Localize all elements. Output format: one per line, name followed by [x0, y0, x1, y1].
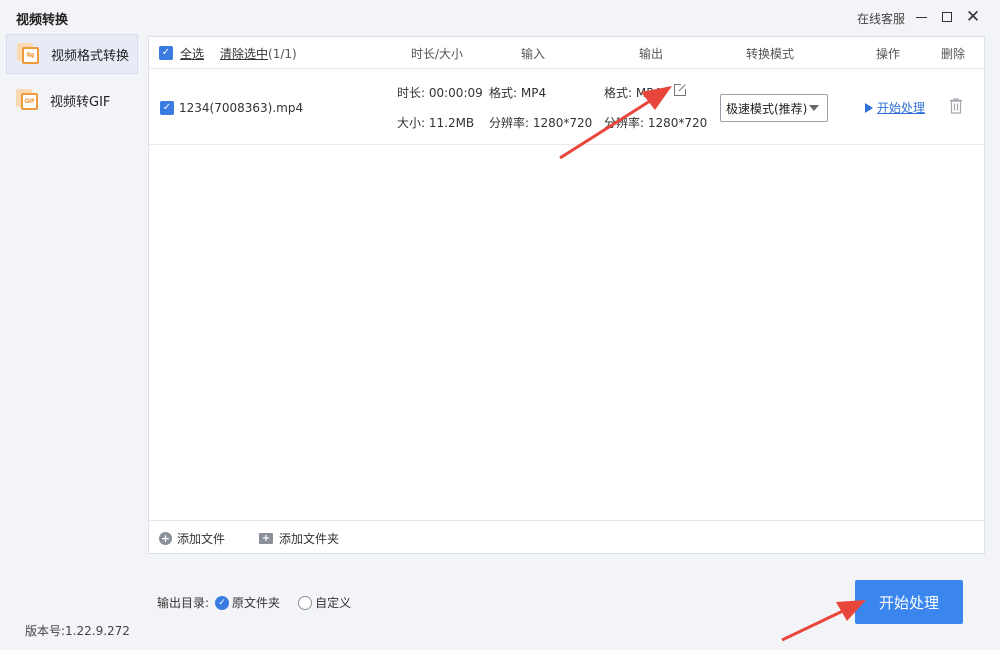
plus-circle-icon: + — [159, 532, 172, 545]
maximize-icon — [942, 12, 952, 22]
online-support-link[interactable]: 在线客服 — [857, 10, 905, 27]
row-checkbox[interactable]: ✓ — [160, 101, 174, 115]
file-name: 1234(7008363).mp4 — [179, 101, 304, 115]
column-header-operation: 操作 — [876, 47, 901, 61]
column-header-delete: 删除 — [941, 47, 966, 61]
add-folder-label: 添加文件夹 — [279, 532, 340, 546]
radio-custom-folder-label: 自定义 — [315, 596, 352, 610]
sidebar-item-label: 视频格式转换 — [51, 48, 130, 64]
sidebar-item-video-to-gif[interactable]: GIF 视频转GIF — [6, 80, 138, 120]
select-all-link[interactable]: 全选 — [180, 45, 204, 62]
output-directory-label: 输出目录: — [157, 596, 210, 610]
app-title: 视频转换 — [16, 13, 69, 28]
radio-unchecked-icon — [298, 595, 313, 610]
file-size: 大小: 11.2MB — [397, 116, 475, 130]
output-directory: 输出目录: ✓ 原文件夹 自定义 — [157, 594, 351, 611]
radio-original-folder[interactable]: ✓ 原文件夹 — [215, 594, 280, 611]
gif-icon: GIF — [16, 89, 40, 111]
play-icon — [865, 102, 873, 113]
sidebar-item-label: 视频转GIF — [50, 94, 111, 110]
file-list-panel: ✓ 全选 清除选中(1/1) 时长/大小 输入 输出 转换模式 操作 删除 ✓ … — [148, 36, 985, 554]
file-duration: 时长: 00:00:09 — [397, 86, 483, 100]
clear-selected-group: 清除选中(1/1) — [220, 45, 297, 62]
chevron-down-icon — [809, 105, 819, 111]
close-button[interactable]: ✕ — [964, 7, 982, 27]
column-header-output: 输出 — [639, 47, 664, 61]
radio-checked-icon: ✓ — [215, 595, 230, 610]
version-label: 版本号:1.22.9.272 — [25, 624, 130, 638]
mode-select-value: 极速模式(推荐) — [726, 101, 808, 116]
annotation-arrow-start — [781, 600, 866, 642]
radio-original-folder-label: 原文件夹 — [232, 596, 281, 610]
add-folder-button[interactable]: + 添加文件夹 — [259, 530, 339, 547]
column-header-mode: 转换模式 — [746, 47, 795, 61]
panel-footer: + 添加文件 + 添加文件夹 — [149, 520, 984, 553]
folder-plus-icon: + — [259, 533, 273, 544]
input-resolution: 分辨率: 1280*720 — [489, 116, 593, 130]
conversion-mode-select[interactable]: 极速模式(推荐) — [720, 94, 828, 122]
add-file-button[interactable]: + 添加文件 — [159, 530, 225, 547]
radio-custom-folder[interactable]: 自定义 — [298, 594, 351, 611]
row-start-label: 开始处理 — [877, 101, 926, 115]
maximize-button[interactable] — [938, 8, 956, 26]
edit-output-icon[interactable] — [673, 83, 687, 97]
select-all-checkbox[interactable]: ✓ — [159, 46, 173, 60]
input-format: 格式: MP4 — [489, 86, 547, 100]
close-icon: ✕ — [965, 7, 981, 27]
sidebar: ⇋ 视频格式转换 GIF 视频转GIF — [0, 34, 140, 614]
minimize-button[interactable] — [912, 8, 930, 26]
column-header-input: 输入 — [521, 47, 546, 61]
output-format: 格式: MP4 — [604, 86, 662, 100]
minimize-icon — [915, 16, 927, 18]
title-bar: 视频转换 在线客服 ✕ — [0, 0, 1000, 34]
add-file-label: 添加文件 — [177, 532, 226, 546]
start-processing-button[interactable]: 开始处理 — [855, 580, 963, 624]
table-row: ✓ 1234(7008363).mp4 时长: 00:00:09 大小: 11.… — [149, 70, 984, 145]
column-header-duration-size: 时长/大小 — [411, 47, 464, 61]
sidebar-item-video-format-convert[interactable]: ⇋ 视频格式转换 — [6, 34, 138, 74]
output-resolution: 分辨率: 1280*720 — [604, 116, 708, 130]
clear-selected-link[interactable]: 清除选中 — [220, 47, 268, 61]
delete-row-trash-icon[interactable] — [949, 97, 963, 115]
table-header: ✓ 全选 清除选中(1/1) 时长/大小 输入 输出 转换模式 操作 删除 — [149, 37, 984, 69]
row-start-button[interactable]: 开始处理 — [865, 99, 925, 116]
video-convert-icon: ⇋ — [17, 43, 41, 65]
selected-count: (1/1) — [268, 47, 297, 61]
